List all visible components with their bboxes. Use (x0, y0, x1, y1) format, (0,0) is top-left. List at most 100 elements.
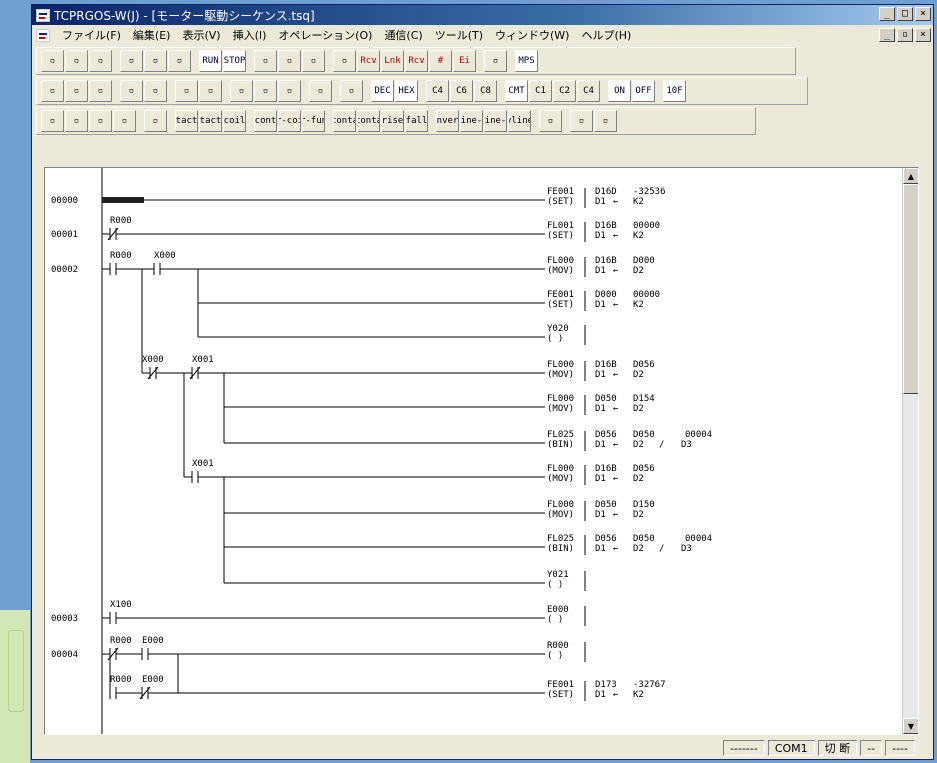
toolbar3-or-contact-button[interactable]: or-contact (254, 110, 277, 132)
toolbar2-c4-button[interactable]: C4 (426, 80, 449, 102)
close-button[interactable]: × (915, 7, 931, 21)
arrow-glyph: ← (613, 231, 619, 241)
menu-communication[interactable]: 通信(C) (378, 27, 428, 43)
toolbar1-rcv-button[interactable]: Rcv (357, 50, 380, 72)
toolbar2-off-button[interactable]: OFF (632, 80, 655, 102)
write-icon[interactable]: ▫ (302, 50, 325, 72)
toolbar3-rise-button[interactable]: rise (381, 110, 404, 132)
toolbar1-rcv-button[interactable]: Rcv (405, 50, 428, 72)
operand: D056 (595, 534, 617, 544)
toolbar1-stop-button[interactable]: STOP (223, 50, 246, 72)
doc-minimize-button[interactable]: _ (879, 28, 895, 42)
toolbar3-line-v-button[interactable]: line-v (484, 110, 507, 132)
toolbar3-line-h-button[interactable]: line-h (460, 110, 483, 132)
toolbar3-contact-no-button[interactable]: contact-no (175, 110, 198, 132)
toolbar3-contact-nc-button[interactable]: contact-nc (199, 110, 222, 132)
toolbar2-c8-button[interactable]: C8 (474, 80, 497, 102)
toolbar3-vline-button[interactable]: vline (508, 110, 531, 132)
instruction-code: FL000 (547, 394, 574, 404)
paste-icon[interactable]: ▫ (113, 110, 136, 132)
transfer-icon[interactable]: ▫ (120, 50, 143, 72)
menu-window[interactable]: ウィンドウ(W) (489, 27, 575, 43)
scroll-up-button[interactable]: ▲ (903, 168, 918, 184)
menu-tools[interactable]: ツール(T) (429, 27, 489, 43)
toolbar2-dec-button[interactable]: DEC (371, 80, 394, 102)
copy-icon[interactable]: ▫ (89, 110, 112, 132)
delete-icon[interactable]: ▫ (539, 110, 562, 132)
toolbar2-cmt-button[interactable]: CMT (505, 80, 528, 102)
edit-icon[interactable]: ▫ (89, 50, 112, 72)
menu-insert[interactable]: 挿入(I) (227, 27, 273, 43)
toolbar3-b-contact-button[interactable]: b-contact (357, 110, 380, 132)
list-icon[interactable]: ▫ (340, 80, 363, 102)
refresh-icon[interactable]: ▫ (570, 110, 593, 132)
cut-icon[interactable]: ▫ (65, 110, 88, 132)
toolbar3-a-contact-button[interactable]: a-contact (333, 110, 356, 132)
preview-icon[interactable]: ▫ (199, 80, 222, 102)
toolbar3-or-coil-button[interactable]: or-coil (278, 110, 301, 132)
instruction-function: ( ) (547, 334, 563, 344)
toolbar1---button[interactable]: # (429, 50, 452, 72)
fe-icon[interactable]: ▫ (144, 80, 167, 102)
toolbar3-or-func-button[interactable]: or-func (302, 110, 325, 132)
arrow-glyph: ← (613, 690, 619, 700)
toolbar3-separator (168, 110, 174, 132)
zoom-icon[interactable]: ▫ (120, 80, 143, 102)
doc-restore-button[interactable]: ▫ (897, 28, 913, 42)
menu-help[interactable]: ヘルプ(H) (575, 27, 637, 43)
minimize-button[interactable]: _ (879, 7, 895, 21)
find-up-icon[interactable]: ▫ (254, 80, 277, 102)
maximize-button[interactable]: □ (897, 7, 913, 21)
toolbar3-coil-button[interactable]: coil (223, 110, 246, 132)
scroll-thumb[interactable] (903, 184, 918, 394)
save-icon[interactable]: ▫ (41, 110, 64, 132)
arrow-glyph: ← (613, 266, 619, 276)
toolbar2-separator (419, 80, 425, 102)
instruction-function: (BIN) (547, 440, 574, 450)
flash-icon[interactable]: ▫ (254, 50, 277, 72)
toolbar2-c4-button[interactable]: C4 (577, 80, 600, 102)
comment-icon[interactable]: ▫ (333, 50, 356, 72)
toolbar2-on-button[interactable]: ON (608, 80, 631, 102)
toolbar1-mps-button[interactable]: MPS (515, 50, 538, 72)
replace-icon[interactable]: ▫ (309, 80, 332, 102)
compare-icon[interactable]: ▫ (144, 50, 167, 72)
toolbar3-invert-button[interactable]: invert (436, 110, 459, 132)
ladder-editor[interactable]: 00000 00001 00002 00003 00004 R000 R000 X000 X00… (44, 167, 919, 735)
print-icon[interactable]: ▫ (175, 80, 198, 102)
menu-file[interactable]: ファイル(F) (56, 27, 127, 43)
toolbar1-run-button[interactable]: RUN (199, 50, 222, 72)
toolbar1-ei-button[interactable]: Ei (453, 50, 476, 72)
print-preview-icon[interactable]: ▫ (168, 50, 191, 72)
scroll-down-button[interactable]: ▼ (903, 718, 918, 734)
vertical-scrollbar[interactable]: ▲ ▼ (902, 168, 918, 734)
insert-icon[interactable]: ▫ (41, 80, 64, 102)
toolbar2-c1-button[interactable]: C1 (529, 80, 552, 102)
operand: D1 (595, 404, 606, 414)
toolbar2-10f-button[interactable]: 10F (663, 80, 686, 102)
menu-operation[interactable]: オペレーション(O) (272, 27, 378, 43)
new-icon[interactable]: ▫ (41, 50, 64, 72)
doc-close-button[interactable]: × (915, 28, 931, 42)
instruction-function: ( ) (547, 651, 563, 661)
toolbar2-c2-button[interactable]: C2 (553, 80, 576, 102)
toolbar2-hex-button[interactable]: HEX (395, 80, 418, 102)
col-icon[interactable]: ▫ (65, 80, 88, 102)
operand: D16B (595, 256, 617, 266)
row-icon[interactable]: ▫ (89, 80, 112, 102)
operand: D050 (633, 430, 655, 440)
flash-off-icon[interactable]: ▫ (278, 50, 301, 72)
binoculars-icon[interactable]: ▫ (230, 80, 253, 102)
grid-icon[interactable]: ▫ (594, 110, 617, 132)
pencil-icon[interactable]: ▫ (144, 110, 167, 132)
find-down-icon[interactable]: ▫ (278, 80, 301, 102)
doc-icon[interactable] (36, 28, 50, 42)
menu-edit[interactable]: 編集(E) (127, 27, 177, 43)
toolbar3-fall-button[interactable]: fall (405, 110, 428, 132)
help-icon[interactable]: ▫ (484, 50, 507, 72)
operand: D1 (595, 510, 606, 520)
menu-view[interactable]: 表示(V) (176, 27, 226, 43)
toolbar2-c6-button[interactable]: C6 (450, 80, 473, 102)
toolbar1-lnk-button[interactable]: Lnk (381, 50, 404, 72)
open-icon[interactable]: ▫ (65, 50, 88, 72)
